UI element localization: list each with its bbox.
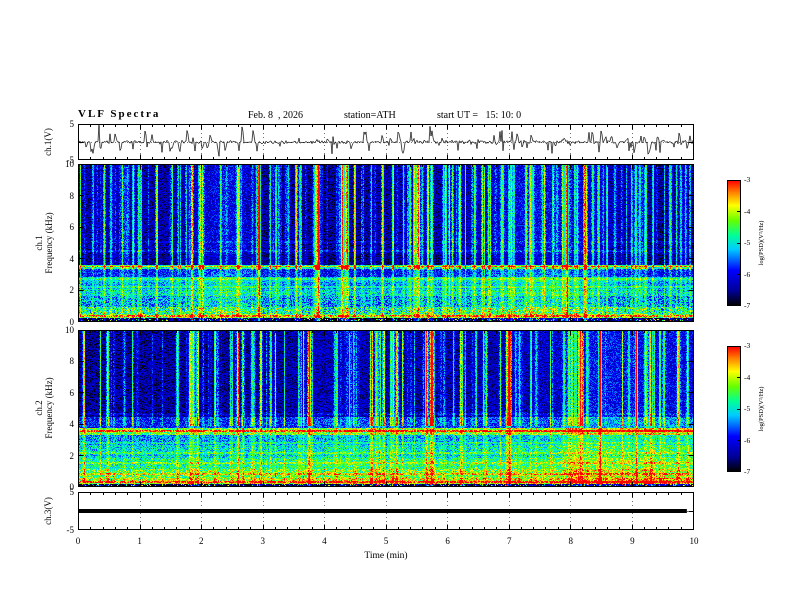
x-tick-label-4: 4 <box>322 536 327 546</box>
y-tick-label-10: 10 <box>65 325 74 335</box>
x-tick-label-1: 1 <box>137 536 142 546</box>
x-tick-label-8: 8 <box>568 536 574 546</box>
y-tick-label-2: 2 <box>69 285 75 296</box>
axis-label-line: Frequency (kHz) <box>44 377 54 439</box>
ch3-voltage-axis-label: ch.3(V) <box>43 497 53 525</box>
x-tick-label-9: 9 <box>630 536 635 546</box>
ch2-colorbar <box>727 346 741 472</box>
colorbar-tick-label--7: -7 <box>744 301 751 310</box>
plot-start-ut: start UT = 15: 10: 0 <box>437 110 522 121</box>
y-tick-label-2: 2 <box>69 450 75 461</box>
colorbar-tick-label--7: -7 <box>744 467 751 476</box>
ch1-colorbar-title: log(PSD)(V²/Hz) <box>758 220 765 266</box>
x-tick-label-10: 10 <box>689 536 699 546</box>
ch2-spectrogram-canvas <box>78 330 694 487</box>
ch1-colorbar <box>727 180 741 306</box>
x-tick-label-7: 7 <box>506 536 512 546</box>
x-tick-label-3: 3 <box>260 536 266 546</box>
colorbar-tick-label--5: -5 <box>744 238 751 247</box>
ch1-voltage-axis-label: ch.1(V) <box>43 128 53 156</box>
plot-title: VLF Spectra <box>78 108 161 120</box>
y-tick-label--5: -5 <box>66 525 75 535</box>
y-tick-label-6: 6 <box>69 222 75 233</box>
y-tick-label-5: 5 <box>69 487 75 497</box>
x-tick-label-5: 5 <box>383 536 389 546</box>
colorbar-tick-label--3: -3 <box>744 341 751 350</box>
y-tick-label-5: 5 <box>69 119 75 129</box>
ch2-colorbar-title: log(PSD)(V²/Hz) <box>758 386 765 432</box>
y-tick-label-4: 4 <box>69 253 75 264</box>
colorbar-tick-label--4: -4 <box>744 372 751 382</box>
axis-label-line: ch.2 <box>34 400 44 416</box>
x-axis-title: Time (min) <box>364 551 408 561</box>
colorbar-tick-label--6: -6 <box>744 269 751 279</box>
x-tick-label-0: 0 <box>75 536 81 546</box>
y-tick-label-8: 8 <box>69 190 75 201</box>
y-tick-label-4: 4 <box>69 419 75 430</box>
y-tick-label-10: 10 <box>65 159 74 169</box>
ch3-waveform-canvas <box>78 492 694 530</box>
y-tick-label-8: 8 <box>69 356 75 367</box>
colorbar-tick-label--5: -5 <box>744 404 751 413</box>
plot-date: Feb. 8 , 2026 <box>248 110 303 121</box>
ch2-frequency-axis-label: ch.2 Frequency (kHz) <box>34 377 54 438</box>
ch1-waveform-canvas <box>78 124 694 160</box>
x-tick-label-2: 2 <box>198 536 204 546</box>
colorbar-tick-label--4: -4 <box>744 206 751 216</box>
colorbar-tick-label--3: -3 <box>744 175 751 184</box>
y-tick-label-6: 6 <box>69 387 75 398</box>
plot-station: station=ATH <box>344 110 396 121</box>
axis-label-line: ch.1 <box>34 235 44 251</box>
ch1-spectrogram-canvas <box>78 164 694 322</box>
colorbar-tick-label--6: -6 <box>744 435 751 445</box>
vlf-spectra-figure: VLF Spectra Feb. 8 , 2026 station=ATH st… <box>0 0 792 612</box>
x-tick-label-6: 6 <box>445 536 450 546</box>
